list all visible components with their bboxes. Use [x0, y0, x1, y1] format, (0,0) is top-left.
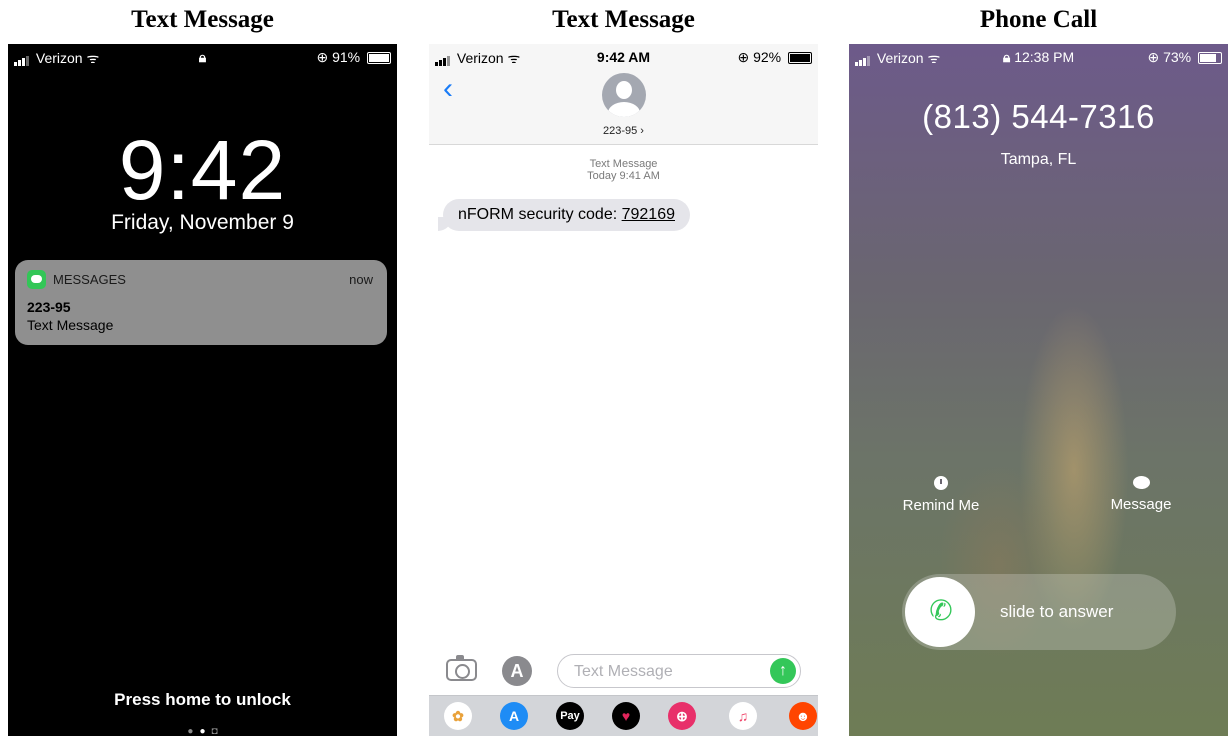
rotation-lock-icon: ⊕ — [1147, 49, 1164, 65]
apple-pay-icon[interactable]: Pay — [556, 702, 584, 730]
caller-location: Tampa, FL — [1000, 151, 1077, 168]
answer-slider-knob[interactable]: ✆ — [905, 577, 975, 647]
message-bubble-icon — [1132, 476, 1150, 489]
notification-body: Text Message — [27, 317, 114, 333]
alarm-clock-icon — [934, 476, 948, 490]
page-dot-active-icon: ● — [199, 726, 206, 736]
status-bar: Verizon ᯤ 🔒︎ ⊕ 91% — [8, 44, 397, 68]
app-store-icon[interactable]: A — [502, 656, 532, 686]
caption-text-message-2: Text Message — [552, 6, 695, 33]
rotation-lock-icon: ⊕ — [316, 49, 333, 65]
message-button[interactable]: Message — [1096, 476, 1186, 513]
battery-percent: 73% — [1163, 49, 1192, 65]
messages-app-icon — [27, 270, 46, 289]
contact-name[interactable]: 223-95 › — [429, 125, 818, 137]
remind-me-label: Remind Me — [902, 497, 980, 514]
remind-me-button[interactable]: Remind Me — [896, 476, 986, 514]
unlock-hint: Press home to unlock — [114, 690, 291, 709]
page-indicator: ● ● ◘ — [8, 726, 397, 736]
camera-icon[interactable] — [446, 655, 477, 681]
message-label: Message — [1110, 496, 1172, 513]
lock-icon: 🔒︎ — [1002, 49, 1015, 65]
messages-panel: Verizon ᯤ 9:42 AM ⊕ 92% ‹ 223-95 › Text … — [429, 44, 818, 736]
back-chevron-icon[interactable]: ‹ — [443, 72, 453, 106]
music-search-icon[interactable]: ⊕ — [668, 702, 696, 730]
security-code-link[interactable]: 792169 — [622, 206, 675, 223]
battery-icon — [788, 52, 812, 65]
lock-time: 9:42 — [118, 123, 287, 217]
slide-to-answer-label: slide to answer — [1000, 602, 1114, 621]
notification-app-name: MESSAGES — [53, 272, 126, 287]
contact-avatar[interactable] — [602, 73, 646, 117]
thread-time: Today 9:41 AM — [587, 170, 660, 182]
caller-number: (813) 544-7316 — [922, 98, 1155, 135]
caption-text-message-1: Text Message — [131, 6, 274, 33]
message-text: nFORM security code: — [458, 206, 622, 223]
lock-date: Friday, November 9 — [111, 211, 294, 234]
status-bar: Verizon ᯤ 🔒︎ 12:38 PM ⊕ 73% — [849, 44, 1228, 68]
photos-icon[interactable]: ✿ — [444, 702, 472, 730]
message-input-field[interactable]: ↑ — [557, 654, 801, 688]
notification-time: now — [349, 272, 373, 287]
caption-phone-call: Phone Call — [979, 6, 1098, 33]
slide-to-answer-track[interactable]: ✆ slide to answer — [902, 574, 1176, 650]
send-arrow-icon[interactable]: ↑ — [770, 658, 796, 684]
message-composer: A ↑ — [429, 650, 818, 690]
notification-sender: 223-95 — [27, 299, 71, 315]
imessage-app-drawer: ✿ A Pay ♥ ⊕ ♫ ☻ — [429, 695, 818, 736]
incoming-call-panel: Verizon ᯤ 🔒︎ 12:38 PM ⊕ 73% (813) 544-73… — [849, 44, 1228, 736]
message-notification[interactable]: MESSAGES now 223-95 Text Message — [15, 260, 387, 345]
digital-touch-icon[interactable]: ♥ — [612, 702, 640, 730]
message-bubble[interactable]: nFORM security code: 792169 — [438, 199, 690, 231]
battery-icon — [1198, 52, 1222, 65]
conversation-header: Verizon ᯤ 9:42 AM ⊕ 92% ‹ 223-95 › — [429, 44, 818, 145]
app-store-icon[interactable]: A — [500, 702, 528, 730]
lock-screen-panel: Verizon ᯤ 🔒︎ ⊕ 91% 9:42 Friday, November… — [8, 44, 397, 736]
status-bar: Verizon ᯤ 9:42 AM ⊕ 92% — [429, 44, 818, 68]
camera-page-icon: ◘ — [211, 726, 218, 736]
status-time: 12:38 PM — [1014, 49, 1075, 65]
thread-label: Text Message — [589, 158, 658, 170]
page-dot-icon: ● — [187, 726, 194, 736]
battery-percent: 91% — [332, 49, 361, 65]
thread-timestamp: Text Message Today 9:41 AM — [429, 158, 818, 182]
music-icon[interactable]: ♫ — [729, 702, 757, 730]
phone-icon: ✆ — [929, 595, 953, 626]
rotation-lock-icon: ⊕ — [737, 49, 754, 65]
battery-icon — [367, 52, 391, 65]
battery-percent: 92% — [753, 49, 782, 65]
message-input[interactable] — [572, 662, 756, 682]
reddit-icon[interactable]: ☻ — [789, 702, 817, 730]
